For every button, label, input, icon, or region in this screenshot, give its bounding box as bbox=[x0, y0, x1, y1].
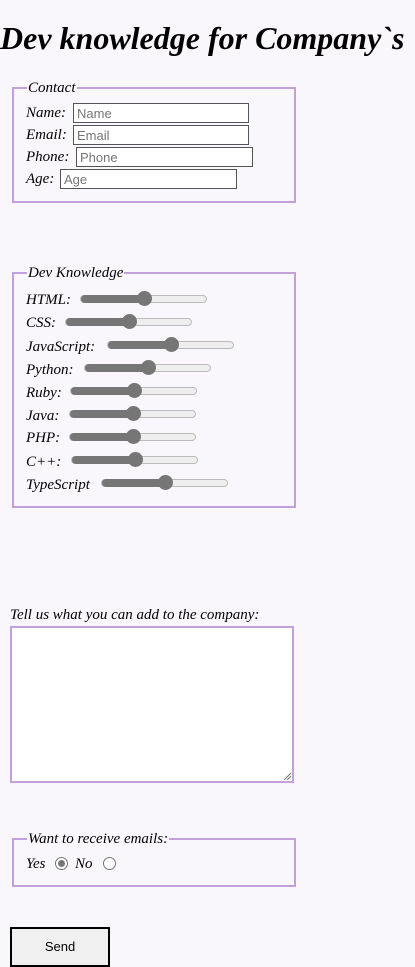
skill-slider-javascript[interactable] bbox=[107, 337, 234, 352]
slider-thumb[interactable] bbox=[157, 475, 173, 490]
slider-fill bbox=[85, 364, 148, 372]
skill-label-typescript: TypeScript bbox=[26, 477, 90, 493]
email-label: Email: bbox=[26, 127, 67, 143]
emails-no-radio[interactable] bbox=[103, 857, 116, 870]
skill-label-html: HTML: bbox=[26, 292, 72, 308]
page-title: Dev knowledge for Company`s bbox=[0, 20, 405, 56]
resize-handle-icon[interactable] bbox=[283, 772, 291, 780]
skill-slider-java[interactable] bbox=[69, 406, 196, 421]
contribution-label: Tell us what you can add to the company: bbox=[10, 607, 260, 623]
skill-label-cpp: C++: bbox=[26, 454, 62, 470]
skill-slider-css[interactable] bbox=[65, 314, 192, 329]
emails-yes-radio[interactable] bbox=[55, 857, 68, 870]
slider-thumb[interactable] bbox=[126, 383, 142, 398]
slider-fill bbox=[66, 318, 129, 326]
contribution-textarea[interactable] bbox=[10, 626, 294, 783]
slider-fill bbox=[71, 387, 134, 395]
slider-fill bbox=[70, 410, 133, 418]
name-label: Name: bbox=[26, 105, 66, 121]
slider-thumb[interactable] bbox=[163, 337, 179, 352]
slider-fill bbox=[72, 456, 135, 464]
name-input[interactable] bbox=[73, 103, 249, 123]
phone-label: Phone: bbox=[26, 149, 70, 165]
skill-slider-typescript[interactable] bbox=[101, 475, 228, 490]
age-input[interactable] bbox=[60, 169, 237, 189]
skill-label-javascript: JavaScript: bbox=[26, 339, 96, 355]
skill-slider-python[interactable] bbox=[84, 360, 211, 375]
skill-slider-ruby[interactable] bbox=[70, 383, 197, 398]
age-label: Age: bbox=[26, 171, 55, 187]
slider-thumb[interactable] bbox=[136, 291, 152, 306]
contact-legend: Contact bbox=[28, 80, 76, 96]
emails-no-label: No bbox=[75, 856, 93, 872]
send-button[interactable]: Send bbox=[10, 927, 110, 967]
slider-thumb[interactable] bbox=[121, 314, 137, 329]
skill-label-css: CSS: bbox=[26, 315, 56, 331]
emails-legend: Want to receive emails: bbox=[28, 831, 169, 847]
skill-label-ruby: Ruby: bbox=[26, 385, 62, 401]
slider-fill bbox=[81, 295, 144, 303]
emails-fieldset: Want to receive emails: bbox=[12, 832, 296, 887]
dev-knowledge-legend: Dev Knowledge bbox=[28, 265, 124, 281]
slider-thumb[interactable] bbox=[125, 429, 141, 444]
emails-yes-label: Yes bbox=[26, 856, 46, 872]
skill-slider-cpp[interactable] bbox=[71, 452, 198, 467]
slider-thumb[interactable] bbox=[140, 360, 156, 375]
phone-input[interactable] bbox=[76, 147, 253, 167]
skill-slider-html[interactable] bbox=[80, 291, 207, 306]
skill-label-java: Java: bbox=[26, 408, 60, 424]
slider-thumb[interactable] bbox=[127, 452, 143, 467]
skill-label-php: PHP: bbox=[26, 430, 61, 446]
slider-fill bbox=[70, 433, 133, 441]
email-input[interactable] bbox=[73, 125, 249, 145]
slider-fill bbox=[102, 479, 165, 487]
skill-label-python: Python: bbox=[26, 362, 74, 378]
skill-slider-php[interactable] bbox=[69, 429, 196, 444]
slider-fill bbox=[108, 341, 171, 349]
slider-thumb[interactable] bbox=[125, 406, 141, 421]
